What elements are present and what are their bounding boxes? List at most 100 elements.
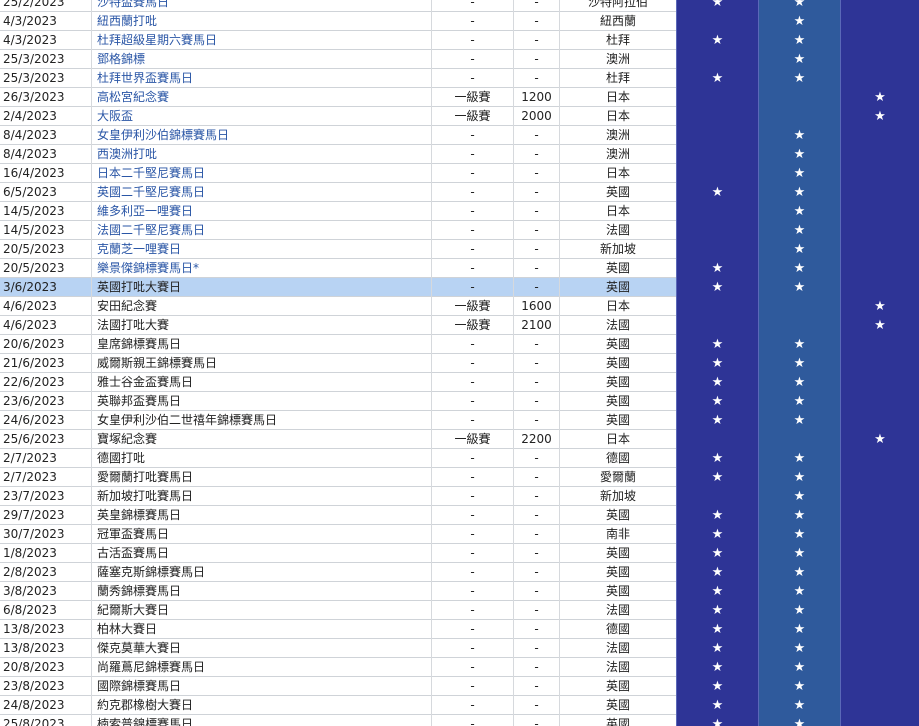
star-icon: ★ (758, 164, 840, 183)
table-row[interactable]: 22/6/2023 雅士谷金盃賽馬日 - - 英國 ★ ★ (0, 373, 919, 392)
race-date: 4/3/2023 (3, 14, 57, 28)
table-row[interactable]: 13/8/2023 柏林大賽日 - - 德國 ★ ★ (0, 620, 919, 639)
table-row[interactable]: 30/7/2023 冠軍盃賽馬日 - - 南非 ★ ★ (0, 525, 919, 544)
table-row[interactable]: 2/7/2023 愛爾蘭打吡賽馬日 - - 愛爾蘭 ★ ★ (0, 468, 919, 487)
race-name-link[interactable]: 高松宮紀念賽 (91, 88, 431, 107)
star-col-1 (676, 145, 758, 164)
race-name-link[interactable]: 英國二千堅尼賽馬日 (91, 183, 431, 202)
race-grade: - (431, 373, 513, 392)
race-name-link[interactable]: 大阪盃 (91, 107, 431, 126)
race-name-link[interactable]: 日本二千堅尼賽馬日 (91, 164, 431, 183)
table-row[interactable]: 8/4/2023 女皇伊利沙伯錦標賽馬日 - - 澳洲 ★ (0, 126, 919, 145)
star-col-3 (840, 544, 919, 563)
table-row[interactable]: 3/6/2023 英國打吡大賽日 - - 英國 ★ ★ (0, 278, 919, 297)
race-name-link[interactable]: 維多利亞一哩賽日 (91, 202, 431, 221)
star-icon: ★ (758, 202, 840, 221)
star-icon: ★ (676, 278, 758, 297)
race-date: 23/7/2023 (3, 489, 65, 503)
race-name-link: 約克郡橡樹大賽日 (91, 696, 431, 715)
race-date: 24/6/2023 (3, 413, 65, 427)
table-row[interactable]: 25/8/2023 楠索普錦標賽馬日 - - 英國 ★ ★ (0, 715, 919, 726)
race-name-link[interactable]: 樂景傑錦標賽馬日* (91, 259, 431, 278)
table-row[interactable]: 25/6/2023 寶塚紀念賽 一級賽 2200 日本 ★ (0, 430, 919, 449)
star-col-3 (840, 563, 919, 582)
star-icon: ★ (676, 411, 758, 430)
race-name-link[interactable]: 克蘭芝一哩賽日 (91, 240, 431, 259)
table-row[interactable]: 4/3/2023 紐西蘭打吡 - - 紐西蘭 ★ (0, 12, 919, 31)
table-row[interactable]: 13/8/2023 傑克莫華大賽日 - - 法國 ★ ★ (0, 639, 919, 658)
race-grade: - (431, 183, 513, 202)
table-row[interactable]: 20/5/2023 克蘭芝一哩賽日 - - 新加坡 ★ (0, 240, 919, 259)
race-country: 英國 (559, 259, 676, 278)
table-row[interactable]: 4/3/2023 杜拜超級星期六賽馬日 - - 杜拜 ★ ★ (0, 31, 919, 50)
star-icon: ★ (758, 639, 840, 658)
table-row[interactable]: 2/8/2023 薩塞克斯錦標賽馬日 - - 英國 ★ ★ (0, 563, 919, 582)
star-col-3 (840, 392, 919, 411)
race-distance: - (513, 696, 559, 715)
race-name-link: 楠索普錦標賽馬日 (91, 715, 431, 726)
star-icon: ★ (758, 563, 840, 582)
race-country: 德國 (559, 449, 676, 468)
race-distance: - (513, 31, 559, 50)
star-icon: ★ (758, 544, 840, 563)
star-icon: ★ (758, 677, 840, 696)
table-row[interactable]: 20/6/2023 皇席錦標賽馬日 - - 英國 ★ ★ (0, 335, 919, 354)
table-row[interactable]: 14/5/2023 維多利亞一哩賽日 - - 日本 ★ (0, 202, 919, 221)
race-name-link: 傑克莫華大賽日 (91, 639, 431, 658)
table-row[interactable]: 24/8/2023 約克郡橡樹大賽日 - - 英國 ★ ★ (0, 696, 919, 715)
race-date: 4/3/2023 (3, 33, 57, 47)
table-row[interactable]: 25/3/2023 杜拜世界盃賽馬日 - - 杜拜 ★ ★ (0, 69, 919, 88)
table-row[interactable]: 1/8/2023 古活盃賽馬日 - - 英國 ★ ★ (0, 544, 919, 563)
star-icon: ★ (840, 88, 919, 107)
race-grade: - (431, 582, 513, 601)
table-row[interactable]: 20/5/2023 樂景傑錦標賽馬日* - - 英國 ★ ★ (0, 259, 919, 278)
table-row[interactable]: 2/4/2023 大阪盃 一級賽 2000 日本 ★ (0, 107, 919, 126)
table-row[interactable]: 14/5/2023 法國二千堅尼賽馬日 - - 法國 ★ (0, 221, 919, 240)
table-row[interactable]: 2/7/2023 德國打吡 - - 德國 ★ ★ (0, 449, 919, 468)
race-name-link[interactable]: 紐西蘭打吡 (91, 12, 431, 31)
table-row[interactable]: 29/7/2023 英皇錦標賽馬日 - - 英國 ★ ★ (0, 506, 919, 525)
table-row[interactable]: 23/6/2023 英聯邦盃賽馬日 - - 英國 ★ ★ (0, 392, 919, 411)
table-row[interactable]: 3/8/2023 蘭秀錦標賽馬日 - - 英國 ★ ★ (0, 582, 919, 601)
race-name-link[interactable]: 杜拜世界盃賽馬日 (91, 69, 431, 88)
race-country: 日本 (559, 88, 676, 107)
star-icon: ★ (840, 430, 919, 449)
race-distance: - (513, 126, 559, 145)
race-name-link: 安田紀念賽 (91, 297, 431, 316)
race-name-link[interactable]: 西澳洲打吡 (91, 145, 431, 164)
star-icon: ★ (676, 525, 758, 544)
race-distance: - (513, 620, 559, 639)
star-icon: ★ (758, 259, 840, 278)
table-row[interactable]: 23/8/2023 國際錦標賽馬日 - - 英國 ★ ★ (0, 677, 919, 696)
table-row[interactable]: 6/5/2023 英國二千堅尼賽馬日 - - 英國 ★ ★ (0, 183, 919, 202)
race-name-link[interactable]: 杜拜超級星期六賽馬日 (91, 31, 431, 50)
race-grade: - (431, 639, 513, 658)
table-row[interactable]: 4/6/2023 安田紀念賽 一級賽 1600 日本 ★ (0, 297, 919, 316)
star-icon: ★ (676, 582, 758, 601)
table-row[interactable]: 21/6/2023 威爾斯親王錦標賽馬日 - - 英國 ★ ★ (0, 354, 919, 373)
star-icon: ★ (676, 639, 758, 658)
race-date: 21/6/2023 (3, 356, 65, 370)
table-row[interactable]: 25/2/2023 沙特盃賽馬日 - - 沙特阿拉伯 ★ ★ (0, 0, 919, 12)
race-date: 14/5/2023 (3, 204, 65, 218)
race-country: 日本 (559, 430, 676, 449)
star-icon: ★ (840, 107, 919, 126)
table-row[interactable]: 26/3/2023 高松宮紀念賽 一級賽 1200 日本 ★ (0, 88, 919, 107)
race-distance: - (513, 411, 559, 430)
star-icon: ★ (758, 0, 840, 12)
race-name-link[interactable]: 法國二千堅尼賽馬日 (91, 221, 431, 240)
table-row[interactable]: 20/8/2023 尚羅蔦尼錦標賽馬日 - - 法國 ★ ★ (0, 658, 919, 677)
table-row[interactable]: 24/6/2023 女皇伊利沙伯二世禧年錦標賽馬日 - - 英國 ★ ★ (0, 411, 919, 430)
race-name-link[interactable]: 沙特盃賽馬日 (91, 0, 431, 12)
table-row[interactable]: 23/7/2023 新加坡打吡賽馬日 - - 新加坡 ★ (0, 487, 919, 506)
table-row[interactable]: 4/6/2023 法國打吡大賽 一級賽 2100 法國 ★ (0, 316, 919, 335)
race-name-link[interactable]: 女皇伊利沙伯錦標賽馬日 (91, 126, 431, 145)
star-col-1 (676, 126, 758, 145)
table-row[interactable]: 16/4/2023 日本二千堅尼賽馬日 - - 日本 ★ (0, 164, 919, 183)
race-country: 英國 (559, 506, 676, 525)
table-row[interactable]: 6/8/2023 紀爾斯大賽日 - - 法國 ★ ★ (0, 601, 919, 620)
race-name-link[interactable]: 鄧格錦標 (91, 50, 431, 69)
table-row[interactable]: 8/4/2023 西澳洲打吡 - - 澳洲 ★ (0, 145, 919, 164)
star-icon: ★ (758, 373, 840, 392)
table-row[interactable]: 25/3/2023 鄧格錦標 - - 澳洲 ★ (0, 50, 919, 69)
